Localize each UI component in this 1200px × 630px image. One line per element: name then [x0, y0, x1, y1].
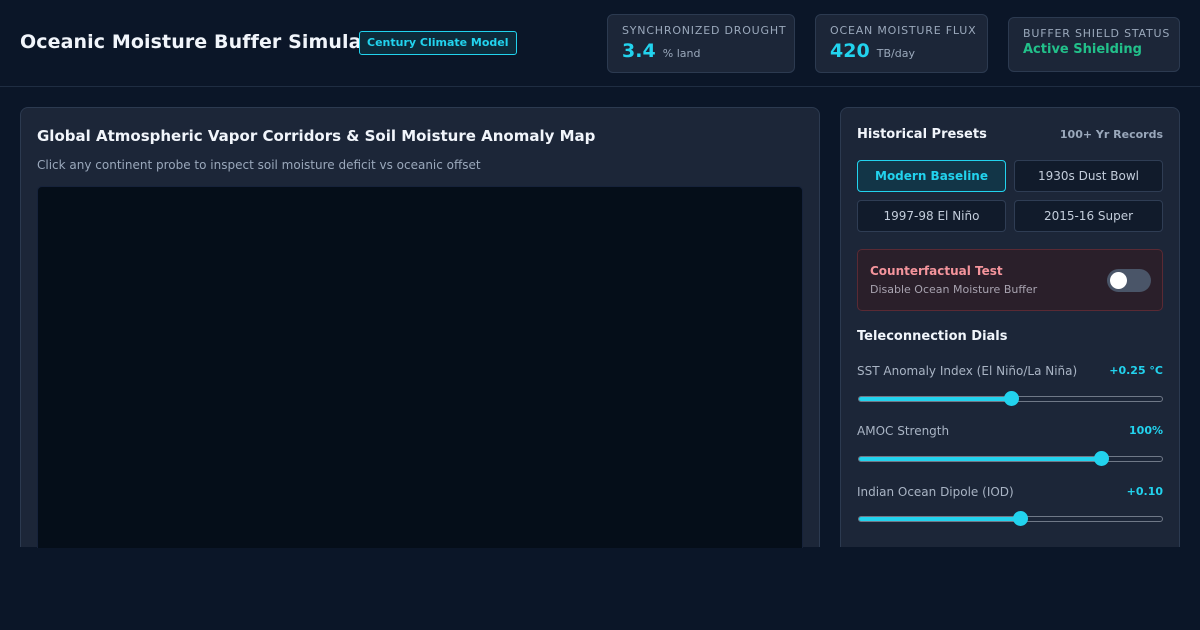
records-tag: 100+ Yr Records: [1059, 128, 1163, 141]
control-panel: Historical Presets 100+ Yr Records Moder…: [840, 107, 1180, 547]
sst-anomaly-label: SST Anomaly Index (El Niño/La Niña): [857, 364, 1078, 378]
counterfactual-toggle[interactable]: [1107, 269, 1151, 292]
preset-modern-baseline-button[interactable]: Modern Baseline: [857, 160, 1006, 192]
sst-anomaly-value: +0.25 °C: [1109, 364, 1163, 377]
slider-fill: [859, 517, 1020, 521]
stat-value: 420: [830, 40, 870, 62]
slider-fill: [859, 397, 1011, 401]
map-title: Global Atmospheric Vapor Corridors & Soi…: [37, 127, 596, 145]
stat-label: OCEAN MOISTURE FLUX: [830, 24, 977, 37]
iod-value: +0.10: [1126, 485, 1163, 498]
status-badge: Active Shielding: [1023, 42, 1142, 57]
stat-label: SYNCHRONIZED DROUGHT: [622, 24, 787, 37]
iod-slider[interactable]: [858, 511, 1163, 526]
map-subtitle: Click any continent probe to inspect soi…: [37, 158, 481, 172]
stat-unit: TB/day: [876, 47, 915, 60]
slider-fill: [859, 457, 1102, 461]
stat-unit: % land: [662, 47, 701, 60]
preset-1997-98-el-nino-button[interactable]: 1997-98 El Niño: [857, 200, 1006, 232]
counterfactual-card: Counterfactual Test Disable Ocean Moistu…: [857, 249, 1163, 311]
stat-ocean-moisture-flux: OCEAN MOISTURE FLUX 420 TB/day: [815, 14, 988, 73]
amoc-strength-label: AMOC Strength: [857, 424, 950, 438]
model-badge: Century Climate Model: [359, 31, 517, 55]
stat-label: BUFFER SHIELD STATUS: [1023, 27, 1171, 40]
stat-value: 3.4: [622, 40, 656, 62]
stat-buffer-shield-status: BUFFER SHIELD STATUS Active Shielding: [1008, 17, 1180, 72]
preset-1930s-dust-bowl-button[interactable]: 1930s Dust Bowl: [1014, 160, 1163, 192]
slider-thumb[interactable]: [1003, 391, 1019, 406]
amoc-strength-value: 100%: [1129, 424, 1163, 437]
iod-label: Indian Ocean Dipole (IOD): [857, 485, 1014, 499]
dials-title: Teleconnection Dials: [857, 329, 1008, 344]
slider-thumb[interactable]: [1094, 451, 1110, 466]
app-header: Oceanic Moisture Buffer Simulator Centur…: [0, 0, 1200, 87]
preset-2015-16-super-button[interactable]: 2015-16 Super: [1014, 200, 1163, 232]
map-canvas[interactable]: [37, 186, 803, 548]
slider-thumb[interactable]: [1012, 511, 1028, 526]
app-title: Oceanic Moisture Buffer Simulator: [20, 31, 394, 53]
counterfactual-subtitle: Disable Ocean Moisture Buffer: [870, 283, 1038, 296]
amoc-strength-slider[interactable]: [858, 451, 1163, 466]
toggle-knob: [1110, 272, 1127, 289]
sst-anomaly-slider[interactable]: [858, 391, 1163, 406]
counterfactual-title: Counterfactual Test: [870, 264, 1003, 278]
stat-synchronized-drought: SYNCHRONIZED DROUGHT 3.4 % land: [607, 14, 795, 73]
presets-title: Historical Presets: [857, 127, 987, 142]
map-panel: Global Atmospheric Vapor Corridors & Soi…: [20, 107, 820, 548]
